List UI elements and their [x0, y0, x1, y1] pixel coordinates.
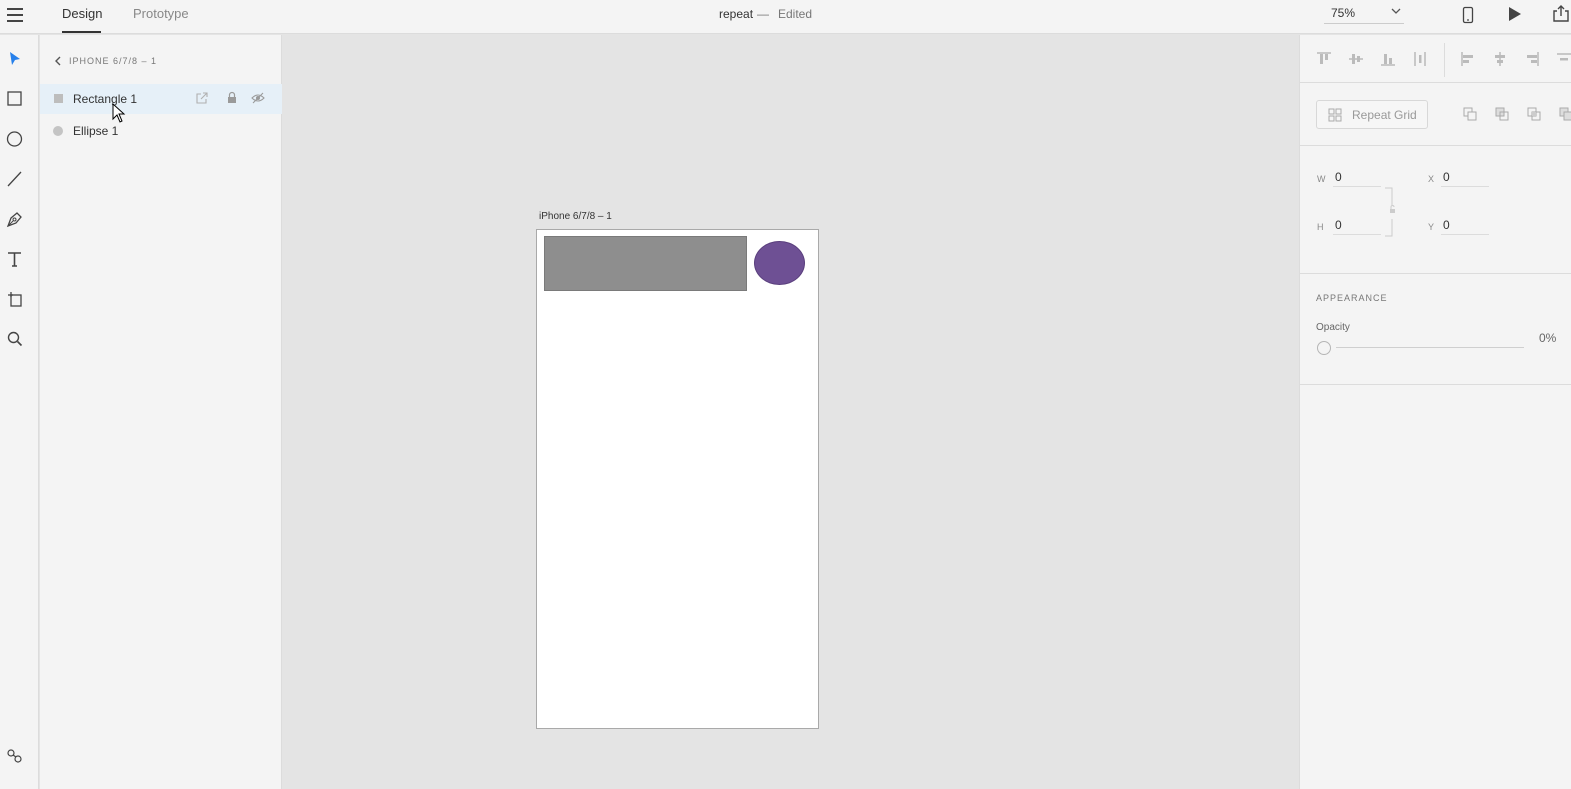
active-tab-indicator	[62, 31, 101, 33]
layers-panel: IPHONE 6/7/8 – 1 Rectangle 1 Ellipse 1	[40, 35, 282, 789]
opacity-slider-thumb[interactable]	[1317, 341, 1331, 355]
rectangle-shape[interactable]	[544, 236, 747, 291]
divider	[1444, 43, 1445, 77]
artboard-title[interactable]: iPhone 6/7/8 – 1	[539, 211, 612, 222]
grid-icon	[1328, 108, 1342, 127]
boolean-exclude-icon[interactable]	[1558, 106, 1571, 122]
layer-row-rectangle[interactable]: Rectangle 1	[40, 84, 282, 114]
align-right-icon[interactable]	[1524, 51, 1540, 67]
artboard-tool-icon[interactable]	[5, 289, 25, 309]
boolean-intersect-icon[interactable]	[1526, 106, 1542, 122]
height-label: H	[1317, 222, 1324, 232]
appearance-section: APPEARANCE Opacity 0%	[1300, 274, 1571, 385]
artboard[interactable]	[536, 229, 819, 729]
repeat-grid-label: Repeat Grid	[1352, 108, 1417, 122]
document-status: Edited	[778, 7, 813, 21]
select-tool-icon[interactable]	[5, 49, 25, 69]
rectangle-tool-icon[interactable]	[5, 89, 25, 109]
y-input[interactable]	[1441, 215, 1489, 235]
opacity-value[interactable]: 0%	[1539, 331, 1556, 345]
lock-aspect-icon[interactable]	[1384, 187, 1396, 242]
text-tool-icon[interactable]	[5, 249, 25, 269]
tools-toolbar	[0, 35, 39, 789]
hamburger-menu-icon[interactable]	[6, 6, 26, 24]
top-bar: Design Prototype repeat — Edited 75%	[0, 0, 1571, 34]
title-separator: —	[757, 7, 769, 21]
align-toolbar	[1300, 35, 1571, 83]
repeat-grid-button[interactable]: Repeat Grid	[1316, 100, 1428, 129]
align-bottom-icon[interactable]	[1380, 51, 1396, 67]
ellipse-layer-icon	[53, 126, 63, 136]
width-label: W	[1317, 174, 1326, 184]
zoom-dropdown[interactable]: 75%	[1324, 2, 1404, 24]
align-center-icon[interactable]	[1492, 51, 1508, 67]
chevron-left-icon	[54, 56, 62, 69]
lock-icon[interactable]	[225, 91, 239, 105]
align-top-icon[interactable]	[1316, 51, 1332, 67]
tab-design[interactable]: Design	[62, 6, 102, 21]
height-input[interactable]	[1333, 215, 1381, 235]
align-left-icon[interactable]	[1460, 51, 1476, 67]
plugins-icon[interactable]	[5, 746, 25, 766]
chevron-down-icon	[1391, 7, 1401, 17]
export-icon[interactable]	[195, 91, 209, 105]
device-preview-icon[interactable]	[1462, 6, 1474, 29]
layer-name: Ellipse 1	[73, 124, 119, 138]
opacity-label: Opacity	[1316, 322, 1350, 333]
line-tool-icon[interactable]	[5, 169, 25, 189]
rectangle-layer-icon	[54, 94, 63, 103]
zoom-value: 75%	[1331, 6, 1356, 20]
share-icon[interactable]	[1551, 5, 1571, 28]
boolean-subtract-icon[interactable]	[1494, 106, 1510, 122]
y-label: Y	[1428, 222, 1435, 232]
layer-name: Rectangle 1	[73, 92, 138, 106]
pen-tool-icon[interactable]	[5, 209, 25, 229]
breadcrumb-label: IPHONE 6/7/8 – 1	[69, 56, 158, 66]
repeat-grid-section: Repeat Grid	[1300, 83, 1571, 146]
x-input[interactable]	[1441, 167, 1489, 187]
layer-row-ellipse[interactable]: Ellipse 1	[40, 116, 282, 146]
hide-eye-icon[interactable]	[251, 91, 265, 105]
appearance-title: APPEARANCE	[1316, 293, 1388, 303]
width-input[interactable]	[1333, 167, 1381, 187]
align-middle-icon[interactable]	[1348, 51, 1364, 67]
ellipse-tool-icon[interactable]	[5, 129, 25, 149]
distribute-horizontal-icon[interactable]	[1556, 51, 1571, 67]
opacity-slider-track[interactable]	[1336, 347, 1524, 348]
zoom-tool-icon[interactable]	[5, 329, 25, 349]
dimensions-section: W H X Y	[1300, 146, 1571, 274]
play-preview-icon[interactable]	[1508, 6, 1522, 27]
tab-prototype[interactable]: Prototype	[133, 6, 189, 21]
distribute-vertical-icon[interactable]	[1412, 51, 1428, 67]
boolean-add-icon[interactable]	[1462, 106, 1478, 122]
ellipse-shape[interactable]	[754, 241, 805, 285]
document-title: repeat	[719, 7, 754, 21]
property-inspector: Repeat Grid W H X Y APPEARANCE Opacity	[1299, 35, 1571, 789]
x-label: X	[1428, 174, 1435, 184]
